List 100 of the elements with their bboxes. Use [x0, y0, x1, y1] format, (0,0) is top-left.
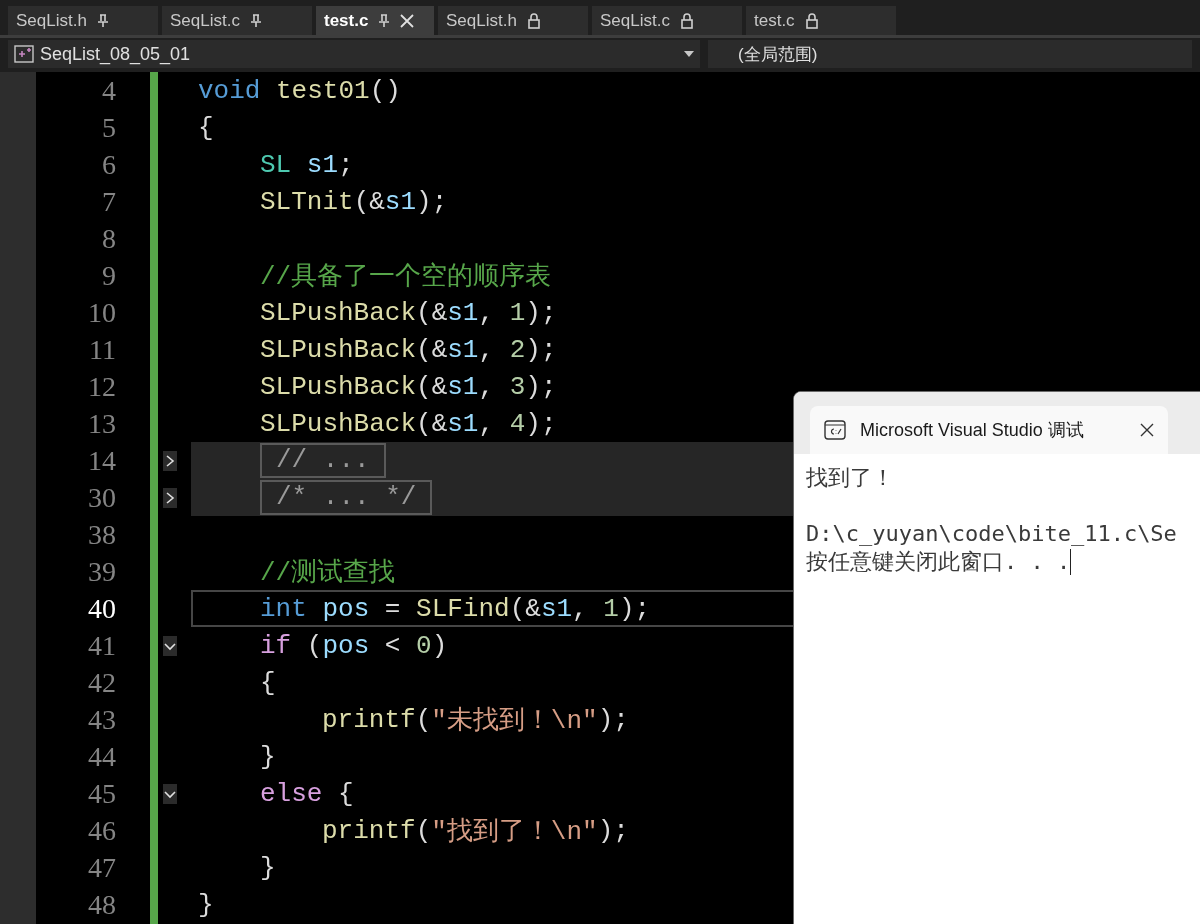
- expand-icon[interactable]: [163, 450, 177, 471]
- code-token: 1: [509, 297, 526, 328]
- code-token: pos: [322, 630, 370, 661]
- line-number: 43: [87, 703, 116, 736]
- pin-icon[interactable]: [249, 13, 262, 28]
- file-tab[interactable]: SeqList.h: [438, 6, 588, 35]
- console-output: D:\c_yuyan\code\bite_11.c\Se: [806, 520, 1177, 548]
- line-number: 5: [101, 111, 116, 144]
- pin-icon[interactable]: [96, 13, 109, 28]
- code-token: s1: [447, 334, 479, 365]
- line-number: 47: [87, 851, 116, 884]
- code-token: s1: [306, 149, 339, 180]
- code-token: 3: [509, 371, 526, 402]
- code-token: 2: [509, 334, 526, 365]
- scope-dropdown[interactable]: (全局范围): [708, 40, 1192, 68]
- code-token: );: [525, 371, 557, 402]
- line-number: 38: [87, 518, 116, 551]
- code-token: (&: [353, 186, 385, 217]
- line-number: 46: [87, 814, 116, 847]
- line-number: 6: [101, 148, 116, 181]
- collapse-icon[interactable]: [163, 783, 177, 804]
- code-token: s1: [540, 593, 573, 624]
- code-token: SLTnit: [260, 186, 354, 217]
- code-token: =: [383, 593, 402, 624]
- code-token: printf: [322, 815, 416, 846]
- code-token: (&: [416, 334, 448, 365]
- code-token: (: [305, 630, 323, 661]
- code-token: 1: [603, 593, 619, 624]
- code-token: ,: [478, 408, 496, 439]
- console-output: 按任意键关闭此窗口. . .: [806, 548, 1071, 576]
- code-token: int: [260, 593, 308, 624]
- code-token: ): [431, 630, 448, 661]
- code-token: );: [597, 815, 629, 846]
- line-number: 39: [87, 555, 116, 588]
- code-token: (): [369, 75, 401, 106]
- lock-icon: [679, 12, 694, 29]
- console-tab[interactable]: Microsoft Visual Studio 调试: [810, 406, 1168, 454]
- code-token: s1: [447, 371, 479, 402]
- code-token: SLPushBack: [260, 297, 417, 328]
- code-token: ;: [338, 149, 354, 180]
- line-number: 8: [101, 222, 116, 255]
- file-tab[interactable]: test.c: [746, 6, 896, 35]
- code-token: {: [337, 778, 354, 809]
- code-token: (&: [509, 593, 541, 624]
- line-number: 41: [87, 629, 116, 662]
- line-number: 40: [87, 592, 116, 625]
- lock-icon: [526, 12, 541, 29]
- code-token: (&: [416, 297, 448, 328]
- expand-icon[interactable]: [163, 487, 177, 508]
- project-dropdown[interactable]: SeqList_08_05_01: [8, 40, 700, 68]
- code-token: SLPushBack: [260, 334, 417, 365]
- code-token: );: [597, 704, 629, 735]
- pin-icon[interactable]: [378, 13, 391, 28]
- file-tab[interactable]: SeqList.c: [592, 6, 742, 35]
- collapsed-code-block[interactable]: // ...: [260, 443, 386, 478]
- code-token: printf: [322, 704, 416, 735]
- code-token: void: [198, 75, 262, 106]
- line-number: 42: [87, 666, 116, 699]
- file-tab[interactable]: SeqList.h: [8, 6, 158, 35]
- code-token: "未找到！\n": [431, 705, 598, 737]
- code-token: <: [383, 630, 402, 661]
- caret-icon: [684, 51, 694, 57]
- line-number: 48: [87, 888, 116, 921]
- code-token: );: [416, 186, 448, 217]
- line-number: 13: [87, 407, 116, 440]
- line-number: 45: [87, 777, 116, 810]
- close-icon[interactable]: [1140, 423, 1154, 437]
- code-token: {: [260, 667, 276, 698]
- line-number: 11: [88, 333, 116, 366]
- file-tab[interactable]: SeqList.c: [162, 6, 312, 35]
- code-token: );: [525, 297, 557, 328]
- code-token: ,: [478, 371, 496, 402]
- collapse-icon[interactable]: [163, 635, 177, 656]
- line-number: 9: [101, 259, 116, 292]
- code-token: );: [525, 408, 557, 439]
- lock-icon: [804, 12, 819, 29]
- line-number: 12: [87, 370, 116, 403]
- console-title: Microsoft Visual Studio 调试: [860, 419, 1085, 442]
- code-token: );: [525, 334, 557, 365]
- code-token: }: [260, 852, 276, 883]
- code-token: SLPushBack: [260, 371, 417, 402]
- line-number: 30: [87, 481, 116, 514]
- code-token: );: [618, 593, 651, 624]
- console-output: 找到了！: [806, 464, 894, 492]
- code-token: {: [198, 112, 214, 143]
- code-token: }: [260, 741, 276, 772]
- code-token: test01: [276, 75, 370, 106]
- code-token: "找到了！\n": [431, 816, 598, 848]
- code-token: }: [198, 889, 214, 920]
- line-number: 7: [101, 185, 116, 218]
- code-token: s1: [384, 186, 417, 217]
- code-token: SL: [260, 149, 293, 180]
- code-token: SLPushBack: [260, 408, 417, 439]
- code-token: (: [415, 815, 432, 846]
- code-token: if: [260, 630, 292, 661]
- collapsed-code-block[interactable]: /* ... */: [260, 480, 433, 515]
- code-token: pos: [322, 593, 370, 624]
- code-token: //具备了一个空的顺序表: [260, 261, 552, 293]
- code-token: s1: [447, 408, 479, 439]
- file-tab[interactable]: test.c: [316, 6, 434, 35]
